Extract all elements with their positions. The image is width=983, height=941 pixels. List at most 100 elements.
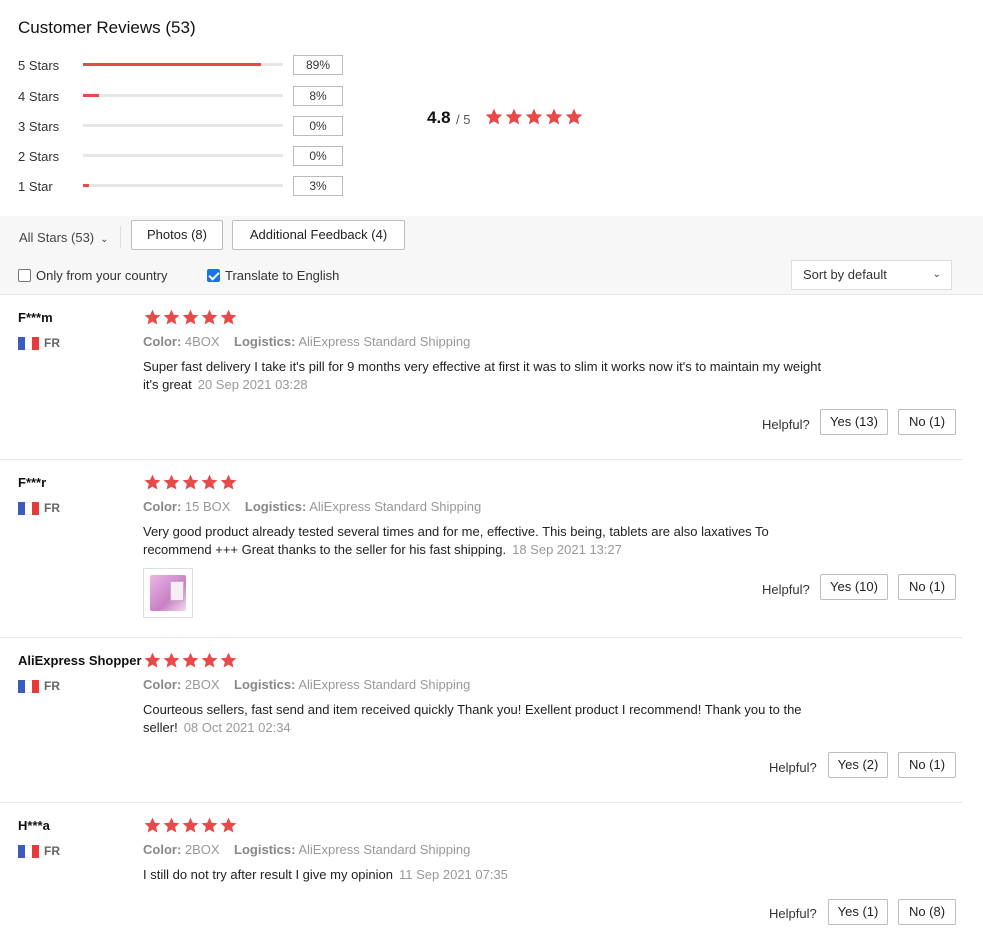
distribution-label: 4 Stars xyxy=(18,89,60,104)
star-icon xyxy=(564,107,584,127)
review-meta: Color: 2BOX Logistics: AliExpress Standa… xyxy=(143,842,470,857)
helpful-yes-button[interactable]: Yes (2) xyxy=(828,752,888,778)
reviewer-country: FR xyxy=(18,336,60,350)
review-text-line: recommend +++ Great thanks to the seller… xyxy=(143,542,507,557)
additional-feedback-button[interactable]: Additional Feedback (4) xyxy=(232,220,405,250)
distribution-label: 5 Stars xyxy=(18,58,60,73)
distribution-row[interactable]: 5 Stars 89% xyxy=(18,55,348,75)
color-value: 2BOX xyxy=(184,842,220,857)
sort-dropdown[interactable]: Sort by default ⌄ xyxy=(791,260,952,290)
reviewer-name: F***r xyxy=(18,475,47,490)
france-flag-icon xyxy=(18,501,39,515)
helpful-no-button[interactable]: No (8) xyxy=(898,899,956,925)
star-icon xyxy=(484,107,504,127)
star-icon xyxy=(181,651,200,670)
distribution-row[interactable]: 2 Stars 0% xyxy=(18,146,348,166)
logistics-value: AliExpress Standard Shipping xyxy=(298,334,471,349)
star-icon xyxy=(219,651,238,670)
star-icon xyxy=(143,816,162,835)
logistics-value: AliExpress Standard Shipping xyxy=(309,499,482,514)
distribution-bar xyxy=(83,184,283,187)
only-country-checkbox[interactable]: Only from your country xyxy=(18,268,168,283)
distribution-bar-fill xyxy=(83,63,261,66)
distribution-bar xyxy=(83,63,283,66)
star-icon xyxy=(504,107,524,127)
distribution-label: 2 Stars xyxy=(18,149,60,164)
star-icon xyxy=(524,107,544,127)
country-code: FR xyxy=(44,336,60,350)
review-text-line: seller! xyxy=(143,720,178,735)
france-flag-icon xyxy=(18,336,39,350)
star-icon xyxy=(200,473,219,492)
review-meta: Color: 2BOX Logistics: AliExpress Standa… xyxy=(143,677,470,692)
star-icon xyxy=(219,816,238,835)
distribution-bar-fill xyxy=(83,94,99,97)
reviewer-country: FR xyxy=(18,679,60,693)
star-icon xyxy=(544,107,564,127)
color-label: Color: xyxy=(143,334,182,349)
star-icon xyxy=(162,816,181,835)
helpful-yes-button[interactable]: Yes (13) xyxy=(820,409,888,435)
checkbox-icon xyxy=(207,269,220,282)
average-stars xyxy=(484,107,584,130)
translate-checkbox[interactable]: Translate to English xyxy=(207,268,339,283)
star-icon xyxy=(200,816,219,835)
distribution-percent: 0% xyxy=(293,116,343,136)
filter-bar: All Stars (53) ⌄ Photos (8) Additional Fe… xyxy=(0,216,983,295)
review-date: 08 Oct 2021 02:34 xyxy=(183,720,291,735)
review-date: 20 Sep 2021 03:28 xyxy=(197,377,308,392)
product-photo xyxy=(150,575,186,611)
reviewer-country: FR xyxy=(18,844,60,858)
distribution-bar xyxy=(83,154,283,157)
helpful-label: Helpful? xyxy=(769,906,817,921)
review-text-line: Very good product already tested several… xyxy=(143,524,769,539)
distribution-row[interactable]: 4 Stars 8% xyxy=(18,86,348,106)
helpful-yes-button[interactable]: Yes (10) xyxy=(820,574,888,600)
helpful-no-button[interactable]: No (1) xyxy=(898,752,956,778)
distribution-percent: 8% xyxy=(293,86,343,106)
star-icon xyxy=(219,308,238,327)
country-code: FR xyxy=(44,501,60,515)
color-label: Color: xyxy=(143,842,182,857)
distribution-percent: 3% xyxy=(293,176,343,196)
helpful-no-button[interactable]: No (1) xyxy=(898,409,956,435)
reviewer-name: H***a xyxy=(18,818,50,833)
review-meta: Color: 4BOX Logistics: AliExpress Standa… xyxy=(143,334,470,349)
photos-filter-button[interactable]: Photos (8) xyxy=(131,220,223,250)
chevron-down-icon: ⌄ xyxy=(100,234,109,245)
logistics-label: Logistics: xyxy=(234,677,296,692)
helpful-no-button[interactable]: No (1) xyxy=(898,574,956,600)
color-label: Color: xyxy=(143,499,182,514)
helpful-yes-button[interactable]: Yes (1) xyxy=(828,899,888,925)
divider xyxy=(0,802,962,803)
all-stars-label: All Stars (53) xyxy=(19,230,95,245)
logistics-label: Logistics: xyxy=(244,499,307,514)
divider xyxy=(0,459,962,460)
review-date: 11 Sep 2021 07:35 xyxy=(399,867,508,882)
country-code: FR xyxy=(44,844,60,858)
review-photo-thumbnail[interactable] xyxy=(143,568,193,618)
distribution-bar xyxy=(83,94,283,97)
helpful-label: Helpful? xyxy=(762,417,810,432)
color-label: Color: xyxy=(143,677,182,692)
logistics-value: AliExpress Standard Shipping xyxy=(298,677,471,692)
distribution-label: 3 Stars xyxy=(18,119,60,134)
distribution-label: 1 Star xyxy=(18,179,53,194)
star-icon xyxy=(143,651,162,670)
color-value: 4BOX xyxy=(184,334,220,349)
all-stars-dropdown[interactable]: All Stars (53) ⌄ xyxy=(19,230,109,245)
reviewer-name: AliExpress Shopper xyxy=(18,653,142,668)
distribution-bar-fill xyxy=(83,184,89,187)
star-icon xyxy=(200,651,219,670)
distribution-row[interactable]: 1 Star 3% xyxy=(18,176,348,196)
chevron-down-icon: ⌄ xyxy=(932,269,941,280)
review-text-line: Super fast delivery I take it's pill for… xyxy=(143,359,822,374)
star-icon xyxy=(143,473,162,492)
review-stars xyxy=(143,473,238,495)
star-icon xyxy=(162,651,181,670)
distribution-row[interactable]: 3 Stars 0% xyxy=(18,116,348,136)
reviews-title: Customer Reviews (53) xyxy=(18,18,196,37)
distribution-percent: 89% xyxy=(293,55,343,75)
review-stars xyxy=(143,308,238,330)
helpful-label: Helpful? xyxy=(769,760,817,775)
